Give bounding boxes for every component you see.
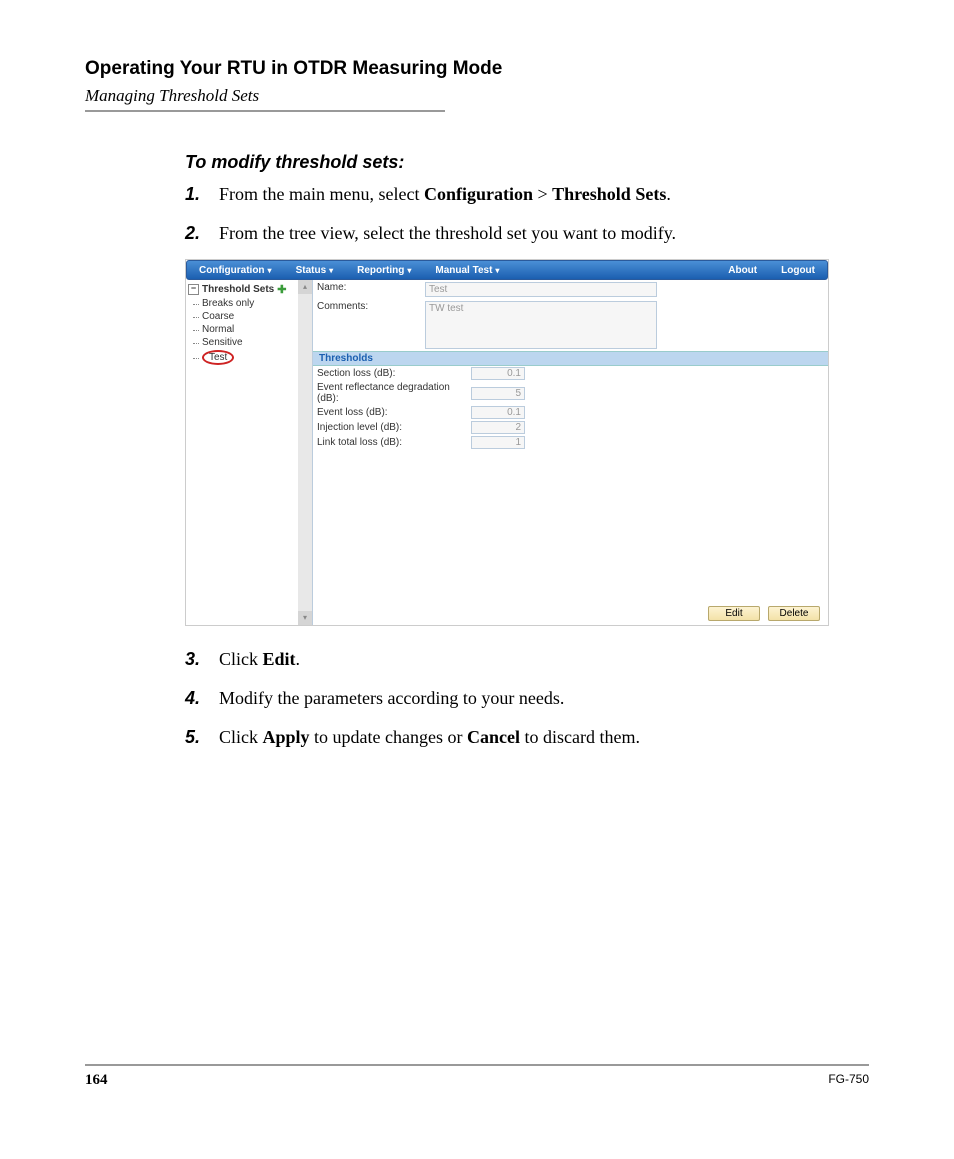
dropdown-icon: ▾ — [268, 266, 272, 275]
footer-rule — [85, 1064, 869, 1066]
page-footer: 164 FG-750 — [85, 1064, 869, 1089]
threshold-label: Link total loss (dB): — [317, 437, 467, 448]
thresholds-header: Thresholds — [313, 351, 828, 366]
scroll-down-icon[interactable]: ▾ — [298, 611, 312, 625]
procedure-heading: To modify threshold sets: — [185, 152, 869, 173]
step-number: 2. — [185, 220, 219, 247]
threshold-field-section-loss[interactable] — [471, 367, 525, 380]
threshold-field-event-loss[interactable] — [471, 406, 525, 419]
step-5: 5. Click Apply to update changes or Canc… — [185, 724, 869, 751]
model-number: FG-750 — [828, 1072, 869, 1089]
header-rule — [85, 110, 445, 112]
threshold-row: Link total loss (dB): — [313, 435, 828, 450]
delete-button[interactable]: Delete — [768, 606, 820, 621]
menu-status[interactable]: Status▾ — [284, 265, 346, 276]
menu-configuration[interactable]: Configuration▾ — [187, 265, 284, 276]
procedure-steps: 1. From the main menu, select Configurat… — [185, 181, 869, 247]
threshold-label: Section loss (dB): — [317, 368, 467, 379]
menu-manual-test[interactable]: Manual Test▾ — [423, 265, 511, 276]
step-text: Modify the parameters according to your … — [219, 685, 564, 712]
menubar: Configuration▾ Status▾ Reporting▾ Manual… — [186, 260, 828, 280]
step-text: From the main menu, select Configuration… — [219, 181, 671, 208]
threshold-field-injection-level[interactable] — [471, 421, 525, 434]
threshold-row: Event reflectance degradation (dB): — [313, 381, 828, 405]
threshold-field-reflectance-degradation[interactable] — [471, 387, 525, 400]
step-2: 2. From the tree view, select the thresh… — [185, 220, 869, 247]
threshold-label: Event loss (dB): — [317, 407, 467, 418]
threshold-row: Injection level (dB): — [313, 420, 828, 435]
dropdown-icon: ▾ — [329, 266, 333, 275]
name-field[interactable] — [425, 282, 657, 297]
threshold-field-link-total-loss[interactable] — [471, 436, 525, 449]
tree-item[interactable]: Breaks only — [186, 297, 312, 310]
tree-view: − Threshold Sets ✚ Breaks only Coarse No… — [186, 280, 313, 625]
name-label: Name: — [317, 282, 421, 293]
add-icon[interactable]: ✚ — [277, 283, 286, 296]
menu-reporting[interactable]: Reporting▾ — [345, 265, 423, 276]
comments-field[interactable]: TW test — [425, 301, 657, 349]
chapter-title: Operating Your RTU in OTDR Measuring Mod… — [85, 58, 869, 80]
section-title: Managing Threshold Sets — [85, 86, 869, 106]
step-number: 5. — [185, 724, 219, 751]
step-3: 3. Click Edit. — [185, 646, 869, 673]
tree-item[interactable]: Coarse — [186, 310, 312, 323]
tree-item[interactable]: Normal — [186, 323, 312, 336]
threshold-row: Section loss (dB): — [313, 366, 828, 381]
tree-root-label: Threshold Sets — [202, 284, 274, 295]
tree-scrollbar[interactable]: ▴ ▾ — [298, 280, 312, 625]
procedure-steps-cont: 3. Click Edit. 4. Modify the parameters … — [185, 646, 869, 751]
step-text: From the tree view, select the threshold… — [219, 220, 676, 247]
comments-label: Comments: — [317, 301, 421, 312]
step-number: 4. — [185, 685, 219, 712]
tree-item[interactable]: Sensitive — [186, 336, 312, 349]
tree-item-selected[interactable]: Test — [186, 349, 312, 366]
step-text: Click Edit. — [219, 646, 300, 673]
step-number: 3. — [185, 646, 219, 673]
collapse-icon[interactable]: − — [188, 284, 199, 295]
threshold-row: Event loss (dB): — [313, 405, 828, 420]
step-4: 4. Modify the parameters according to yo… — [185, 685, 869, 712]
threshold-label: Injection level (dB): — [317, 422, 467, 433]
app-screenshot: Configuration▾ Status▾ Reporting▾ Manual… — [185, 259, 829, 626]
dropdown-icon: ▾ — [407, 266, 411, 275]
step-number: 1. — [185, 181, 219, 208]
threshold-label: Event reflectance degradation (dB): — [317, 382, 467, 404]
scroll-up-icon[interactable]: ▴ — [298, 280, 312, 294]
step-1: 1. From the main menu, select Configurat… — [185, 181, 869, 208]
menu-about[interactable]: About — [716, 265, 769, 276]
edit-button[interactable]: Edit — [708, 606, 760, 621]
menu-logout[interactable]: Logout — [769, 265, 827, 276]
dropdown-icon: ▾ — [495, 266, 499, 275]
page-number: 164 — [85, 1072, 108, 1089]
step-text: Click Apply to update changes or Cancel … — [219, 724, 640, 751]
details-panel: Name: Comments: TW test Thresholds Secti… — [313, 280, 828, 625]
tree-root[interactable]: − Threshold Sets ✚ — [186, 282, 312, 297]
